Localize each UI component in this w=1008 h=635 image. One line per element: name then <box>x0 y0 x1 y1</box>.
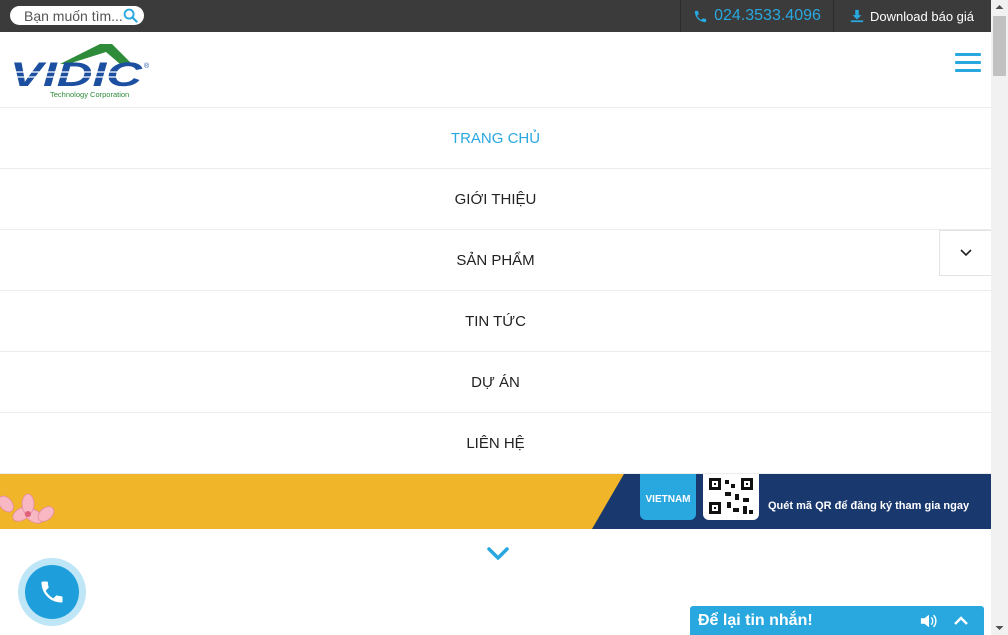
hotline-link[interactable]: 024.3533.4096 <box>680 0 834 32</box>
site-header: VIDIC ® Technology Corporation <box>0 32 991 108</box>
nav-item-about[interactable]: GIỚI THIỆU <box>0 169 991 230</box>
nav-item-contact[interactable]: LIÊN HỆ <box>0 413 991 474</box>
nav-item-label: DỰ ÁN <box>471 373 520 391</box>
search-box[interactable] <box>10 6 144 25</box>
call-now-button[interactable] <box>18 558 86 626</box>
nav-item-label: LIÊN HỆ <box>466 434 525 452</box>
nav-item-label: TRANG CHỦ <box>450 129 541 147</box>
scroll-up-arrow-icon[interactable] <box>991 0 1008 14</box>
nav-item-label: TIN TỨC <box>465 312 526 330</box>
speaker-icon[interactable] <box>920 613 938 629</box>
qr-caption: Quét mã QR để đăng ký tham gia ngay <box>768 500 970 512</box>
search-input[interactable] <box>24 7 124 24</box>
top-bar: 024.3533.4096 Download báo giá <box>0 0 991 32</box>
chevron-down-icon <box>960 249 972 257</box>
logo-wordmark: VIDIC <box>10 56 143 94</box>
download-icon <box>850 9 864 23</box>
nav-item-label: GIỚI THIỆU <box>454 190 537 208</box>
vietnam-card: VIETNAM <box>640 474 696 520</box>
vertical-scrollbar[interactable] <box>991 0 1008 635</box>
chevron-up-icon[interactable] <box>954 615 968 626</box>
blossom-decoration <box>0 493 55 524</box>
promo-banner[interactable]: VIETNAM Quét mã QR để đăng ký tham gia n… <box>0 474 991 529</box>
logo-subtitle: Technology Corporation <box>50 90 129 99</box>
mobile-nav-menu: TRANG CHỦ GIỚI THIỆU SẢN PHẨM TIN TỨC DỰ… <box>0 108 991 474</box>
search-icon[interactable] <box>123 8 138 23</box>
nav-item-news[interactable]: TIN TỨC <box>0 291 991 352</box>
scrollbar-thumb[interactable] <box>993 16 1006 76</box>
vidic-logo[interactable]: VIDIC ® Technology Corporation <box>8 42 154 105</box>
scroll-down-arrow-icon[interactable] <box>991 621 1008 635</box>
nav-item-home[interactable]: TRANG CHỦ <box>0 108 991 169</box>
leave-message-chat-bar[interactable]: Để lại tin nhắn! <box>690 606 984 635</box>
chat-bar-label: Để lại tin nhắn! <box>698 611 813 629</box>
nav-item-projects[interactable]: DỰ ÁN <box>0 352 991 413</box>
logo-mark: VIDIC ® Technology Corporation <box>10 44 150 99</box>
hotline-number: 024.3533.4096 <box>714 7 821 24</box>
hamburger-icon[interactable] <box>955 53 981 73</box>
nav-item-products[interactable]: SẢN PHẨM <box>0 230 991 291</box>
download-quote-label: Download báo giá <box>869 8 975 24</box>
scroll-down-chevron-icon[interactable] <box>486 546 510 562</box>
call-button-inner <box>25 565 79 619</box>
qr-code <box>703 474 759 520</box>
svg-text:®: ® <box>144 62 150 70</box>
download-quote-link[interactable]: Download báo giá <box>833 0 991 32</box>
nav-item-label: SẢN PHẨM <box>456 251 535 269</box>
phone-icon <box>41 581 63 603</box>
products-submenu-toggle[interactable] <box>939 230 993 276</box>
phone-icon <box>694 10 707 22</box>
